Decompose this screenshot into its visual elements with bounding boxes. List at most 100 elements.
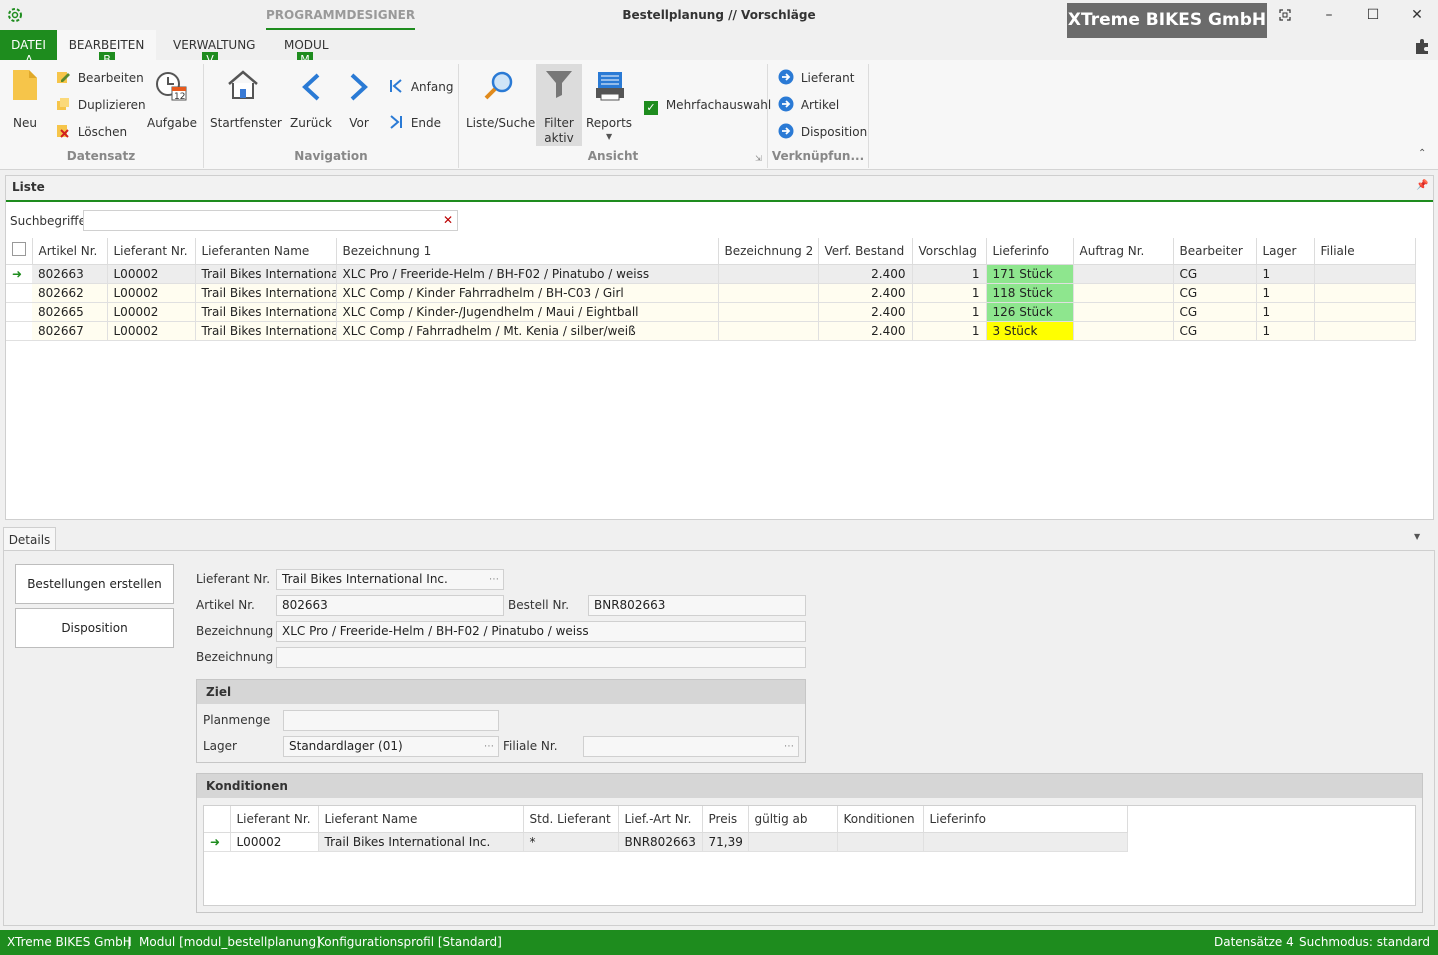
duplizieren-button[interactable]: Duplizieren (56, 95, 146, 115)
cell[interactable] (1073, 264, 1174, 284)
zurueck-button[interactable]: Zurück (288, 66, 334, 138)
cell[interactable]: L00002 (107, 283, 196, 303)
cell[interactable] (718, 321, 819, 341)
cell[interactable] (718, 264, 819, 284)
cell[interactable]: 1 (912, 283, 987, 303)
cell[interactable]: BNR802663 (618, 832, 703, 852)
col-bearbeiter[interactable]: Bearbeiter (1173, 238, 1257, 265)
lager-field[interactable]: Standardlager (01) ⋯ (283, 736, 499, 757)
maximize-button[interactable]: ☐ (1351, 0, 1395, 30)
cell[interactable]: Trail Bikes Internationa... (195, 264, 337, 284)
ellipsis-icon[interactable]: ⋯ (489, 570, 499, 589)
cell[interactable]: Trail Bikes Internationa... (195, 283, 337, 303)
col-bezeichnung-1[interactable]: Bezeichnung 1 (336, 238, 719, 265)
col-bezeichnung-2[interactable]: Bezeichnung 2 (718, 238, 819, 265)
dialog-launcher-icon[interactable]: ⇲ (755, 154, 762, 163)
cell[interactable] (1073, 302, 1174, 322)
cell[interactable]: Trail Bikes Internationa... (195, 302, 337, 322)
cell[interactable]: Trail Bikes International Inc. (318, 832, 524, 852)
cell[interactable]: 1 (1256, 283, 1315, 303)
cell[interactable]: 1 (1256, 321, 1315, 341)
cell[interactable] (923, 832, 1128, 852)
table-row[interactable]: 802662 L00002 Trail Bikes Internationa..… (6, 283, 1416, 303)
col-gueltig-ab[interactable]: gültig ab (748, 806, 838, 833)
cell[interactable]: 802665 (32, 302, 108, 322)
app-gear-icon[interactable] (6, 6, 24, 24)
col-lieferant-name[interactable]: Lieferant Name (318, 806, 524, 833)
cell[interactable]: 1 (912, 321, 987, 341)
cell[interactable] (748, 832, 838, 852)
cell[interactable] (1314, 283, 1416, 303)
details-dropdown-icon[interactable]: ▼ (1414, 532, 1420, 541)
liste-suche-button[interactable]: Liste/Suche (466, 66, 535, 138)
anfang-button[interactable]: Anfang (389, 77, 453, 97)
cell[interactable]: 802663 (32, 264, 108, 284)
filter-aktiv-button[interactable]: Filter aktiv (536, 64, 582, 146)
col-artikel-nr[interactable]: Artikel Nr. (32, 238, 108, 265)
bezeichnung-1-field[interactable]: XLC Pro / Freeride-Helm / BH-F02 / Pinat… (276, 621, 806, 642)
cell[interactable] (1073, 321, 1174, 341)
cell[interactable]: 1 (1256, 302, 1315, 322)
table-row[interactable]: 802665 L00002 Trail Bikes Internationa..… (6, 302, 1416, 322)
col-auftrag-nr[interactable]: Auftrag Nr. (1073, 238, 1174, 265)
lieferinfo-cell[interactable]: 126 Stück (986, 302, 1074, 322)
cell[interactable]: L00002 (107, 302, 196, 322)
fullscreen-icon[interactable] (1263, 0, 1307, 30)
col-lager[interactable]: Lager (1256, 238, 1315, 265)
cell[interactable]: 71,39 (702, 832, 749, 852)
mehrfachauswahl-checkbox[interactable]: ✓ Mehrfachauswahl (644, 95, 771, 115)
startfenster-button[interactable]: Startfenster (210, 66, 282, 138)
col-lief-art-nr[interactable]: Lief.-Art Nr. (618, 806, 703, 833)
cell[interactable]: XLC Comp / Kinder-/Jugendhelm / Maui / E… (336, 302, 719, 322)
table-row[interactable]: 802667 L00002 Trail Bikes Internationa..… (6, 321, 1416, 341)
artikel-nr-field[interactable]: 802663 (276, 595, 504, 616)
collapse-ribbon-icon[interactable]: ⌃ (1418, 148, 1426, 159)
table-row[interactable]: ➜ L00002 Trail Bikes International Inc. … (204, 832, 1128, 852)
link-artikel-button[interactable]: Artikel (778, 95, 839, 115)
cell[interactable]: CG (1173, 302, 1257, 322)
cell[interactable]: * (523, 832, 619, 852)
cell[interactable] (1314, 302, 1416, 322)
disposition-button[interactable]: Disposition (15, 608, 174, 648)
cell[interactable]: XLC Comp / Fahrradhelm / Mt. Kenia / sil… (336, 321, 719, 341)
col-std-lieferant[interactable]: Std. Lieferant (523, 806, 619, 833)
col-lieferinfo[interactable]: Lieferinfo (986, 238, 1074, 265)
cell[interactable]: 2.400 (818, 264, 913, 284)
puzzle-icon[interactable] (1414, 38, 1432, 57)
close-button[interactable]: ✕ (1395, 0, 1438, 30)
cell[interactable]: XLC Pro / Freeride-Helm / BH-F02 / Pinat… (336, 264, 719, 284)
col-verf-bestand[interactable]: Verf. Bestand (818, 238, 913, 265)
programmdesigner-tab[interactable]: PROGRAMMDESIGNER (266, 0, 415, 30)
cell[interactable]: CG (1173, 264, 1257, 284)
col-filiale[interactable]: Filiale (1314, 238, 1416, 265)
link-disposition-button[interactable]: Disposition (778, 122, 867, 142)
lieferinfo-cell[interactable]: 118 Stück (986, 283, 1074, 303)
cell[interactable]: CG (1173, 283, 1257, 303)
col-lieferinfo[interactable]: Lieferinfo (923, 806, 1128, 833)
cell[interactable]: XLC Comp / Kinder Fahrradhelm / BH-C03 /… (336, 283, 719, 303)
cell[interactable]: 1 (912, 302, 987, 322)
cell[interactable]: 802667 (32, 321, 108, 341)
cell[interactable]: 2.400 (818, 321, 913, 341)
col-lieferant-nr[interactable]: Lieferant Nr. (230, 806, 319, 833)
neu-button[interactable]: Neu (8, 66, 42, 138)
ende-button[interactable]: Ende (389, 113, 441, 133)
search-input[interactable]: ✕ (83, 210, 458, 231)
cell[interactable]: 2.400 (818, 302, 913, 322)
cell[interactable] (1314, 264, 1416, 284)
select-all-checkbox[interactable] (6, 238, 33, 265)
bearbeiten-button[interactable]: Bearbeiten (56, 68, 144, 88)
cell[interactable]: 802662 (32, 283, 108, 303)
filiale-nr-field[interactable]: ⋯ (583, 736, 799, 757)
tab-details[interactable]: Details (3, 527, 56, 551)
bestellungen-erstellen-button[interactable]: Bestellungen erstellen (15, 564, 174, 604)
lieferinfo-cell[interactable]: 171 Stück (986, 264, 1074, 284)
cell[interactable] (1073, 283, 1174, 303)
col-lieferant-nr[interactable]: Lieferant Nr. (107, 238, 196, 265)
cell[interactable]: L00002 (230, 832, 319, 852)
col-konditionen[interactable]: Konditionen (837, 806, 924, 833)
vor-button[interactable]: Vor (342, 66, 376, 138)
clear-search-icon[interactable]: ✕ (443, 211, 453, 230)
bezeichnung-2-field[interactable] (276, 647, 806, 668)
table-row[interactable]: ➜ 802663 L00002 Trail Bikes Internationa… (6, 264, 1416, 284)
